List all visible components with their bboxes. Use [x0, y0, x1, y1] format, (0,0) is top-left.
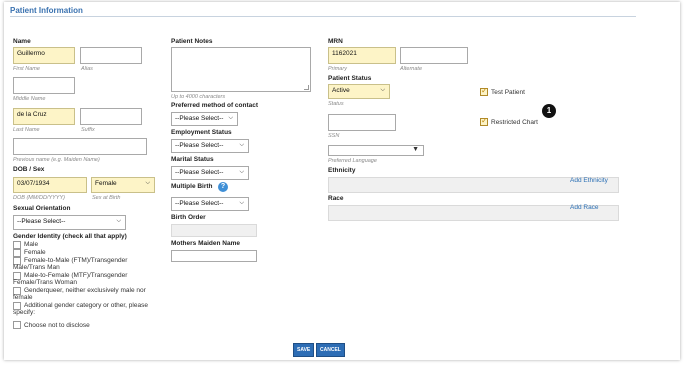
- gender-male-checkbox[interactable]: [13, 241, 21, 249]
- chevron-down-icon: ⌵: [145, 180, 150, 186]
- resize-handle-icon[interactable]: [304, 85, 309, 90]
- dob-hint: DOB (MM/DD/YYYY): [13, 195, 65, 201]
- patient-status-hint: Status: [328, 101, 344, 107]
- gender-genderqueer-label: Genderqueer, neither exclusively male no…: [13, 287, 146, 301]
- page-title: Patient Information: [10, 6, 83, 15]
- employment-status-label: Employment Status: [171, 129, 232, 136]
- sexual-orientation-select[interactable]: --Please Select-- ⌵: [13, 215, 126, 230]
- gender-other-label: Additional gender category or other, ple…: [13, 302, 148, 316]
- add-race-link[interactable]: Add Race: [570, 204, 599, 211]
- save-button[interactable]: SAVE: [293, 343, 315, 357]
- contact-method-select[interactable]: --Please Select-- ⌵: [171, 112, 238, 126]
- gender-female-checkbox[interactable]: [13, 249, 21, 257]
- first-name-hint: First Name: [13, 66, 40, 72]
- restricted-chart-checkbox[interactable]: [480, 116, 488, 126]
- patient-notes-label: Patient Notes: [171, 38, 213, 45]
- birth-order-label: Birth Order: [171, 214, 206, 221]
- sex-hint: Sex at Birth: [92, 195, 121, 201]
- alias-input[interactable]: [80, 47, 142, 64]
- dob-input[interactable]: 03/07/1934: [13, 177, 87, 193]
- employment-status-value: --Please Select--: [175, 142, 224, 149]
- ssn-hint: SSN: [328, 133, 340, 139]
- sexual-orientation-value: --Please Select--: [17, 218, 66, 225]
- gender-female-label: Female: [24, 249, 46, 256]
- gender-identity-label: Gender Identity (check all that apply): [13, 233, 127, 240]
- suffix-hint: Suffix: [81, 127, 95, 133]
- mrn-primary-input[interactable]: 1162021: [328, 47, 396, 64]
- employment-status-select[interactable]: --Please Select-- ⌵: [171, 139, 249, 153]
- preferred-language-hint: Preferred Language: [328, 158, 377, 164]
- previous-name-input[interactable]: [13, 138, 147, 155]
- chevron-down-icon: ⌵: [239, 200, 244, 206]
- birth-order-field: [171, 224, 257, 237]
- previous-name-hint: Previous name (e.g. Maiden Name): [13, 157, 100, 163]
- test-patient-label: Test Patient: [491, 89, 525, 96]
- multiple-birth-value: --Please Select--: [175, 200, 224, 207]
- patient-info-panel: Patient Information Name Guillermo First…: [4, 2, 680, 360]
- test-patient-checkbox[interactable]: [480, 86, 488, 96]
- contact-method-label: Preferred method of contact: [171, 102, 259, 109]
- sex-select[interactable]: Female ⌵: [91, 177, 155, 193]
- multiple-birth-label: Multiple Birth: [171, 183, 213, 190]
- patient-status-select[interactable]: Active ⌵: [328, 84, 390, 99]
- last-name-input[interactable]: de la Cruz: [13, 108, 75, 125]
- name-label: Name: [13, 38, 31, 45]
- callout-badge: 1: [542, 104, 556, 118]
- add-ethnicity-link[interactable]: Add Ethnicity: [570, 177, 608, 184]
- first-name-input[interactable]: Guillermo: [13, 47, 75, 64]
- marital-status-label: Marital Status: [171, 156, 214, 163]
- marital-status-select[interactable]: --Please Select-- ⌵: [171, 166, 249, 180]
- mothers-maiden-name-input[interactable]: [171, 250, 257, 262]
- sexual-orientation-label: Sexual Orientation: [13, 205, 71, 212]
- middle-name-hint: Middle Name: [13, 96, 46, 102]
- question-icon[interactable]: ?: [218, 182, 228, 192]
- restricted-chart-label: Restricted Chart: [491, 119, 538, 126]
- gender-ftm-label: Female-to-Male (FTM)/Transgender Male/Tr…: [13, 257, 128, 271]
- chevron-down-icon: ⌵: [239, 142, 244, 148]
- mrn-primary-hint: Primary: [328, 66, 347, 72]
- gender-not-disclose-checkbox[interactable]: [13, 321, 21, 329]
- alias-hint: Alias: [81, 66, 93, 72]
- gender-male-label: Male: [24, 241, 39, 248]
- sex-select-value: Female: [95, 180, 117, 187]
- marital-status-value: --Please Select--: [175, 169, 224, 176]
- patient-notes-hint: Up to 4000 characters: [171, 94, 226, 100]
- chevron-down-icon: ⌵: [380, 87, 385, 93]
- contact-method-value: --Please Select--: [175, 115, 224, 122]
- title-divider: [10, 16, 636, 17]
- preferred-language-select[interactable]: ▼: [328, 145, 424, 156]
- patient-status-value: Active: [332, 87, 350, 94]
- cancel-button[interactable]: CANCEL: [316, 343, 345, 357]
- chevron-down-icon: ⌵: [116, 218, 121, 224]
- middle-name-input[interactable]: [13, 77, 75, 94]
- multiple-birth-select[interactable]: --Please Select-- ⌵: [171, 197, 249, 211]
- dob-sex-label: DOB / Sex: [13, 166, 45, 173]
- last-name-hint: Last Name: [13, 127, 40, 133]
- caret-down-icon: ▼: [412, 146, 419, 153]
- patient-status-label: Patient Status: [328, 75, 372, 82]
- gender-not-disclose-label: Choose not to disclose: [24, 322, 90, 329]
- gender-mtf-label: Male-to-Female (MTF)/Transgender Female/…: [13, 272, 128, 286]
- suffix-input[interactable]: [80, 108, 142, 125]
- patient-notes-textarea[interactable]: [171, 47, 311, 92]
- chevron-down-icon: ⌵: [239, 169, 244, 175]
- mothers-maiden-name-label: Mothers Maiden Name: [171, 240, 240, 247]
- mrn-alternate-input[interactable]: [400, 47, 468, 64]
- mrn-alternate-hint: Alternate: [400, 66, 423, 72]
- ssn-input[interactable]: [328, 114, 396, 131]
- race-label: Race: [328, 195, 344, 202]
- ethnicity-label: Ethnicity: [328, 167, 356, 174]
- chevron-down-icon: ⌵: [228, 115, 233, 121]
- mrn-label: MRN: [328, 38, 343, 45]
